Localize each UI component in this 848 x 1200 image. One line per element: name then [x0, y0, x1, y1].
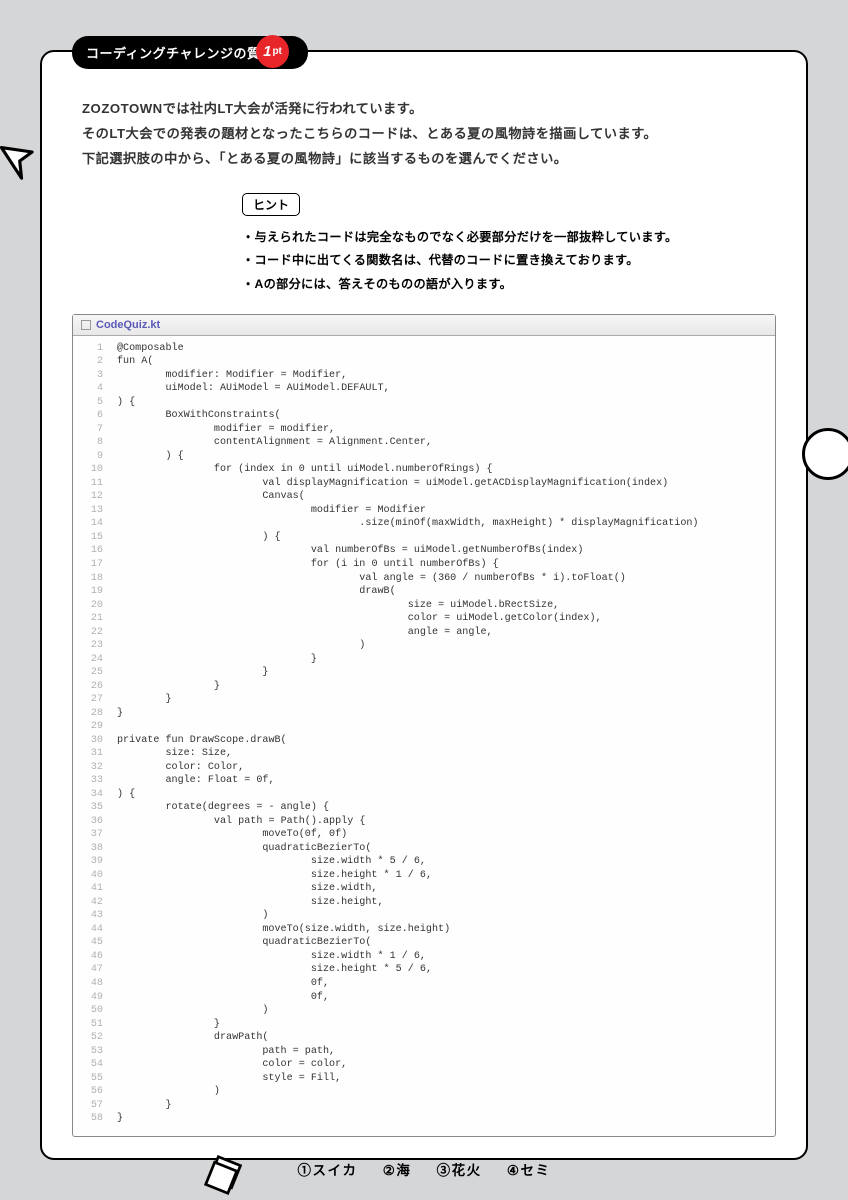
answer-option[interactable]: ③花火: [437, 1163, 482, 1178]
answer-option[interactable]: ②海: [383, 1163, 412, 1178]
file-icon: [81, 320, 91, 330]
point-unit: pt: [272, 46, 281, 57]
intro-line: 下記選択肢の中から、「とある夏の風物詩」に該当するものを選んでください。: [82, 146, 766, 171]
intro-line: そのLT大会での発表の題材となったこちらのコードは、とある夏の風物詩を描画してい…: [82, 121, 766, 146]
hint-item: ・Aの部分には、答えそのものの語が入ります。: [242, 273, 806, 296]
point-number: 1: [263, 43, 271, 60]
quiz-card: コーディングチャレンジの質問 1pt ZOZOTOWNでは社内LT大会が活発に行…: [40, 50, 808, 1160]
answer-options: ①スイカ ②海 ③花火 ④セミ: [42, 1159, 806, 1179]
answer-option[interactable]: ①スイカ: [297, 1163, 357, 1178]
code-body: 1@Composable 2fun A( 3 modifier: Modifie…: [73, 336, 775, 1136]
hint-section: ヒント ・与えられたコードは完全なものでなく必要部分だけを一部抜粋しています。 …: [242, 193, 806, 296]
point-badge: 1pt: [256, 35, 289, 68]
hint-list: ・与えられたコードは完全なものでなく必要部分だけを一部抜粋しています。 ・コード…: [242, 226, 806, 296]
code-titlebar: CodeQuiz.kt: [73, 315, 775, 336]
intro-line: ZOZOTOWNでは社内LT大会が活発に行われています。: [82, 96, 766, 121]
hint-item: ・与えられたコードは完全なものでなく必要部分だけを一部抜粋しています。: [242, 226, 806, 249]
hint-item: ・コード中に出てくる関数名は、代替のコードに置き換えております。: [242, 249, 806, 272]
decorative-box-icon: [202, 1153, 246, 1197]
intro-text: ZOZOTOWNでは社内LT大会が活発に行われています。 そのLT大会での発表の…: [42, 52, 806, 171]
filename: CodeQuiz.kt: [96, 319, 160, 331]
code-panel: CodeQuiz.kt 1@Composable 2fun A( 3 modif…: [72, 314, 776, 1137]
answer-option[interactable]: ④セミ: [507, 1163, 551, 1178]
decorative-circle-icon: [802, 428, 848, 480]
hint-label: ヒント: [242, 193, 300, 216]
decorative-cursor-icon: [0, 138, 40, 180]
